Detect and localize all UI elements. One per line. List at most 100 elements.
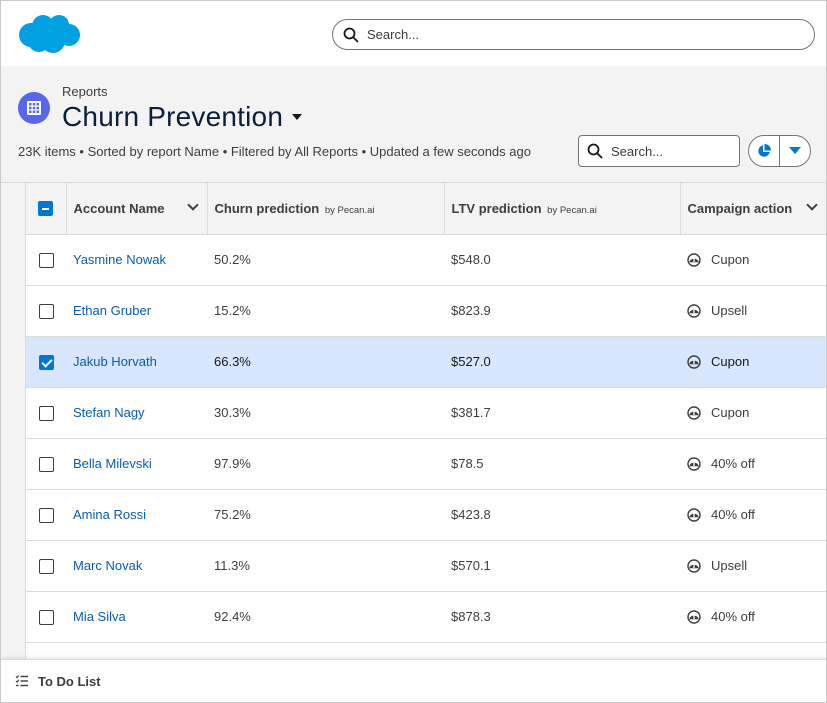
- table-row[interactable]: Mia Silva 92.4% $878.3 40% off: [26, 591, 826, 643]
- ltv-prediction-cell: $548.0: [444, 234, 680, 286]
- campaign-action-cell: Cupon: [680, 336, 826, 388]
- list-search-box[interactable]: [578, 135, 740, 167]
- account-name-cell: Marc Novak: [66, 540, 207, 592]
- list-search-input[interactable]: [611, 143, 731, 159]
- salesforce-cloud-logo[interactable]: [17, 13, 81, 55]
- row-checkbox[interactable]: [38, 609, 54, 625]
- chart-button-group: [748, 135, 811, 167]
- gauge-icon: [687, 456, 701, 471]
- to-do-list-label: To Do List: [38, 673, 101, 689]
- churn-prediction-cell: [207, 642, 444, 659]
- chevron-down-icon[interactable]: [186, 199, 199, 211]
- gauge-icon: [687, 609, 701, 624]
- campaign-action-label: 40% off: [711, 507, 755, 522]
- row-checkbox[interactable]: [38, 354, 54, 370]
- row-select-cell: [26, 336, 66, 388]
- gauge-icon: [687, 303, 701, 318]
- campaign-action-cell: Cupon: [680, 387, 826, 439]
- column-label: LTV prediction: [451, 200, 542, 216]
- churn-prediction-cell: 97.9%: [207, 438, 444, 490]
- churn-prediction-cell: 66.3%: [207, 336, 444, 388]
- ltv-prediction-cell: $78.5: [444, 438, 680, 490]
- ltv-prediction-cell: $527.0: [444, 336, 680, 388]
- table-row[interactable]: Marc Novak 11.3% $570.1 Upsell: [26, 540, 826, 592]
- row-checkbox[interactable]: [38, 405, 54, 421]
- ltv-prediction-cell: [444, 642, 680, 659]
- campaign-action-cell: 40% off: [680, 591, 826, 643]
- account-name-link[interactable]: Amina Rossi: [73, 507, 146, 522]
- campaign-action-label: 40% off: [711, 456, 755, 471]
- account-name-link[interactable]: Yasmine Nowak: [73, 252, 166, 267]
- row-select-cell: [26, 642, 66, 659]
- column-header-account-name[interactable]: Account Name: [66, 183, 208, 235]
- account-name-cell: [66, 642, 207, 659]
- row-select-cell: [26, 438, 66, 490]
- row-checkbox[interactable]: [38, 303, 54, 319]
- chevron-down-icon[interactable]: [806, 199, 818, 211]
- select-all-checkbox[interactable]: [38, 201, 54, 217]
- table-row[interactable]: Jakub Horvath 66.3% $527.0 Cupon: [26, 336, 826, 388]
- global-search-input[interactable]: [367, 27, 787, 42]
- select-all-cell: [26, 183, 67, 235]
- churn-prediction-cell: 50.2%: [207, 234, 444, 286]
- table-body: Yasmine Nowak 50.2% $548.0 Cupon Ethan Grube…: [26, 234, 826, 659]
- table-row[interactable]: Stefan Nagy 30.3% $381.7 Cupon: [26, 387, 826, 439]
- show-chart-button[interactable]: [749, 136, 779, 166]
- account-name-link[interactable]: Jakub Horvath: [73, 354, 157, 369]
- report-table: Account Name Churn prediction by Pecan.a…: [26, 183, 826, 659]
- account-name-link[interactable]: Stefan Nagy: [73, 405, 145, 420]
- global-header: [1, 1, 826, 66]
- row-select-cell: [26, 540, 66, 592]
- gauge-icon: [687, 354, 701, 369]
- caret-down-icon: [789, 147, 802, 154]
- account-name-cell: Stefan Nagy: [66, 387, 207, 439]
- account-name-link[interactable]: Marc Novak: [73, 558, 142, 573]
- row-select-cell: [26, 591, 66, 643]
- table-row[interactable]: Bella Milevski 97.9% $78.5 40% off: [26, 438, 826, 490]
- campaign-action-label: Upsell: [711, 303, 748, 318]
- search-icon: [343, 27, 359, 42]
- ltv-prediction-cell: $570.1: [444, 540, 680, 592]
- column-header-campaign-action[interactable]: Campaign action: [680, 183, 826, 235]
- campaign-action-cell: Upsell: [680, 285, 826, 337]
- campaign-action-label: Cupon: [711, 252, 750, 267]
- table-row[interactable]: Amina Rossi 75.2% $423.8 40% off: [26, 489, 826, 541]
- row-select-cell: [26, 234, 66, 286]
- breadcrumb[interactable]: Reports: [62, 84, 108, 99]
- account-name-cell: Bella Milevski: [66, 438, 207, 490]
- churn-prediction-cell: 15.2%: [207, 285, 444, 337]
- app-window: Reports Churn Prevention 23K items • Sor…: [0, 0, 827, 703]
- column-label: Campaign action: [687, 200, 793, 216]
- account-name-cell: Amina Rossi: [66, 489, 207, 541]
- row-checkbox[interactable]: [38, 456, 54, 472]
- account-name-link[interactable]: Bella Milevski: [73, 456, 152, 471]
- column-header-churn-prediction[interactable]: Churn prediction by Pecan.ai: [207, 183, 445, 235]
- campaign-action-label: Upsell: [711, 558, 748, 573]
- row-checkbox[interactable]: [38, 558, 54, 574]
- row-checkbox[interactable]: [38, 252, 54, 268]
- column-label: Account Name: [73, 200, 165, 216]
- global-search-box[interactable]: [332, 19, 815, 50]
- chart-options-button[interactable]: [779, 136, 810, 166]
- row-checkbox[interactable]: [38, 507, 54, 523]
- report-table-container: Account Name Churn prediction by Pecan.a…: [1, 183, 826, 659]
- column-header-ltv-prediction[interactable]: LTV prediction by Pecan.ai: [444, 183, 681, 235]
- table-row[interactable]: Ethan Gruber 15.2% $823.9 Upsell: [26, 285, 826, 337]
- report-grid-icon: [18, 92, 50, 124]
- pie-chart-icon: [758, 144, 772, 157]
- ltv-prediction-cell: $878.3: [444, 591, 680, 643]
- campaign-action-label: Cupon: [711, 405, 750, 420]
- gauge-icon: [687, 252, 701, 267]
- table-row[interactable]: [26, 642, 826, 659]
- gauge-icon: [687, 558, 701, 573]
- search-icon: [587, 143, 603, 159]
- row-select-cell: [26, 285, 66, 337]
- campaign-action-cell: Cupon: [680, 234, 826, 286]
- table-row[interactable]: Yasmine Nowak 50.2% $548.0 Cupon: [26, 234, 826, 286]
- to-do-list-utility[interactable]: To Do List: [1, 659, 826, 702]
- page-title: Churn Prevention: [62, 101, 284, 132]
- list-view-picker[interactable]: Churn Prevention: [62, 101, 303, 133]
- campaign-action-label: Cupon: [711, 354, 750, 369]
- account-name-link[interactable]: Mia Silva: [73, 609, 126, 624]
- account-name-link[interactable]: Ethan Gruber: [73, 303, 151, 318]
